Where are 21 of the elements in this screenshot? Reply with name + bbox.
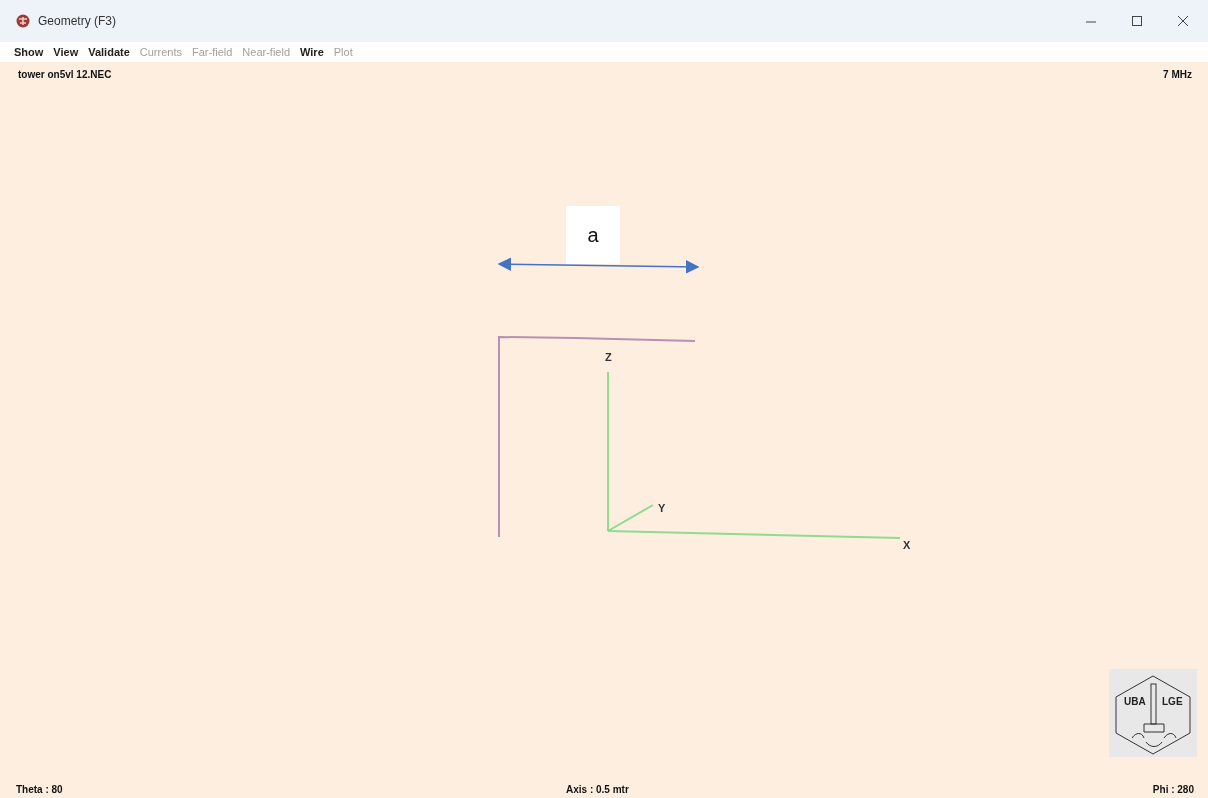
maximize-icon xyxy=(1131,15,1143,27)
app-icon xyxy=(16,14,30,28)
frequency-label: 7 MHz xyxy=(1163,68,1192,82)
menu-item[interactable]: View xyxy=(53,43,79,61)
file-name: tower on5vl 12.NEC xyxy=(18,68,112,82)
label-background xyxy=(566,206,620,264)
phi-label: Phi : 280 xyxy=(1152,783,1194,797)
logo-text: UBA xyxy=(1124,696,1146,707)
theta-label: Theta : 80 xyxy=(16,783,63,797)
close-icon xyxy=(1177,15,1189,27)
axis-label: Z xyxy=(605,351,612,363)
dimension-label: a xyxy=(587,224,599,246)
y-axis xyxy=(607,504,654,532)
window-title: Geometry (F3) xyxy=(38,13,116,30)
axis-scale-label: Axis : 0.5 mtr xyxy=(566,783,629,797)
axis-label: Y xyxy=(658,502,666,514)
menu-item[interactable]: Validate xyxy=(88,43,130,61)
menu-item[interactable]: Show xyxy=(14,43,44,61)
axis-label: X xyxy=(903,539,911,551)
menu-item[interactable]: Wire xyxy=(300,43,324,61)
logo-text: LGE xyxy=(1162,696,1183,707)
